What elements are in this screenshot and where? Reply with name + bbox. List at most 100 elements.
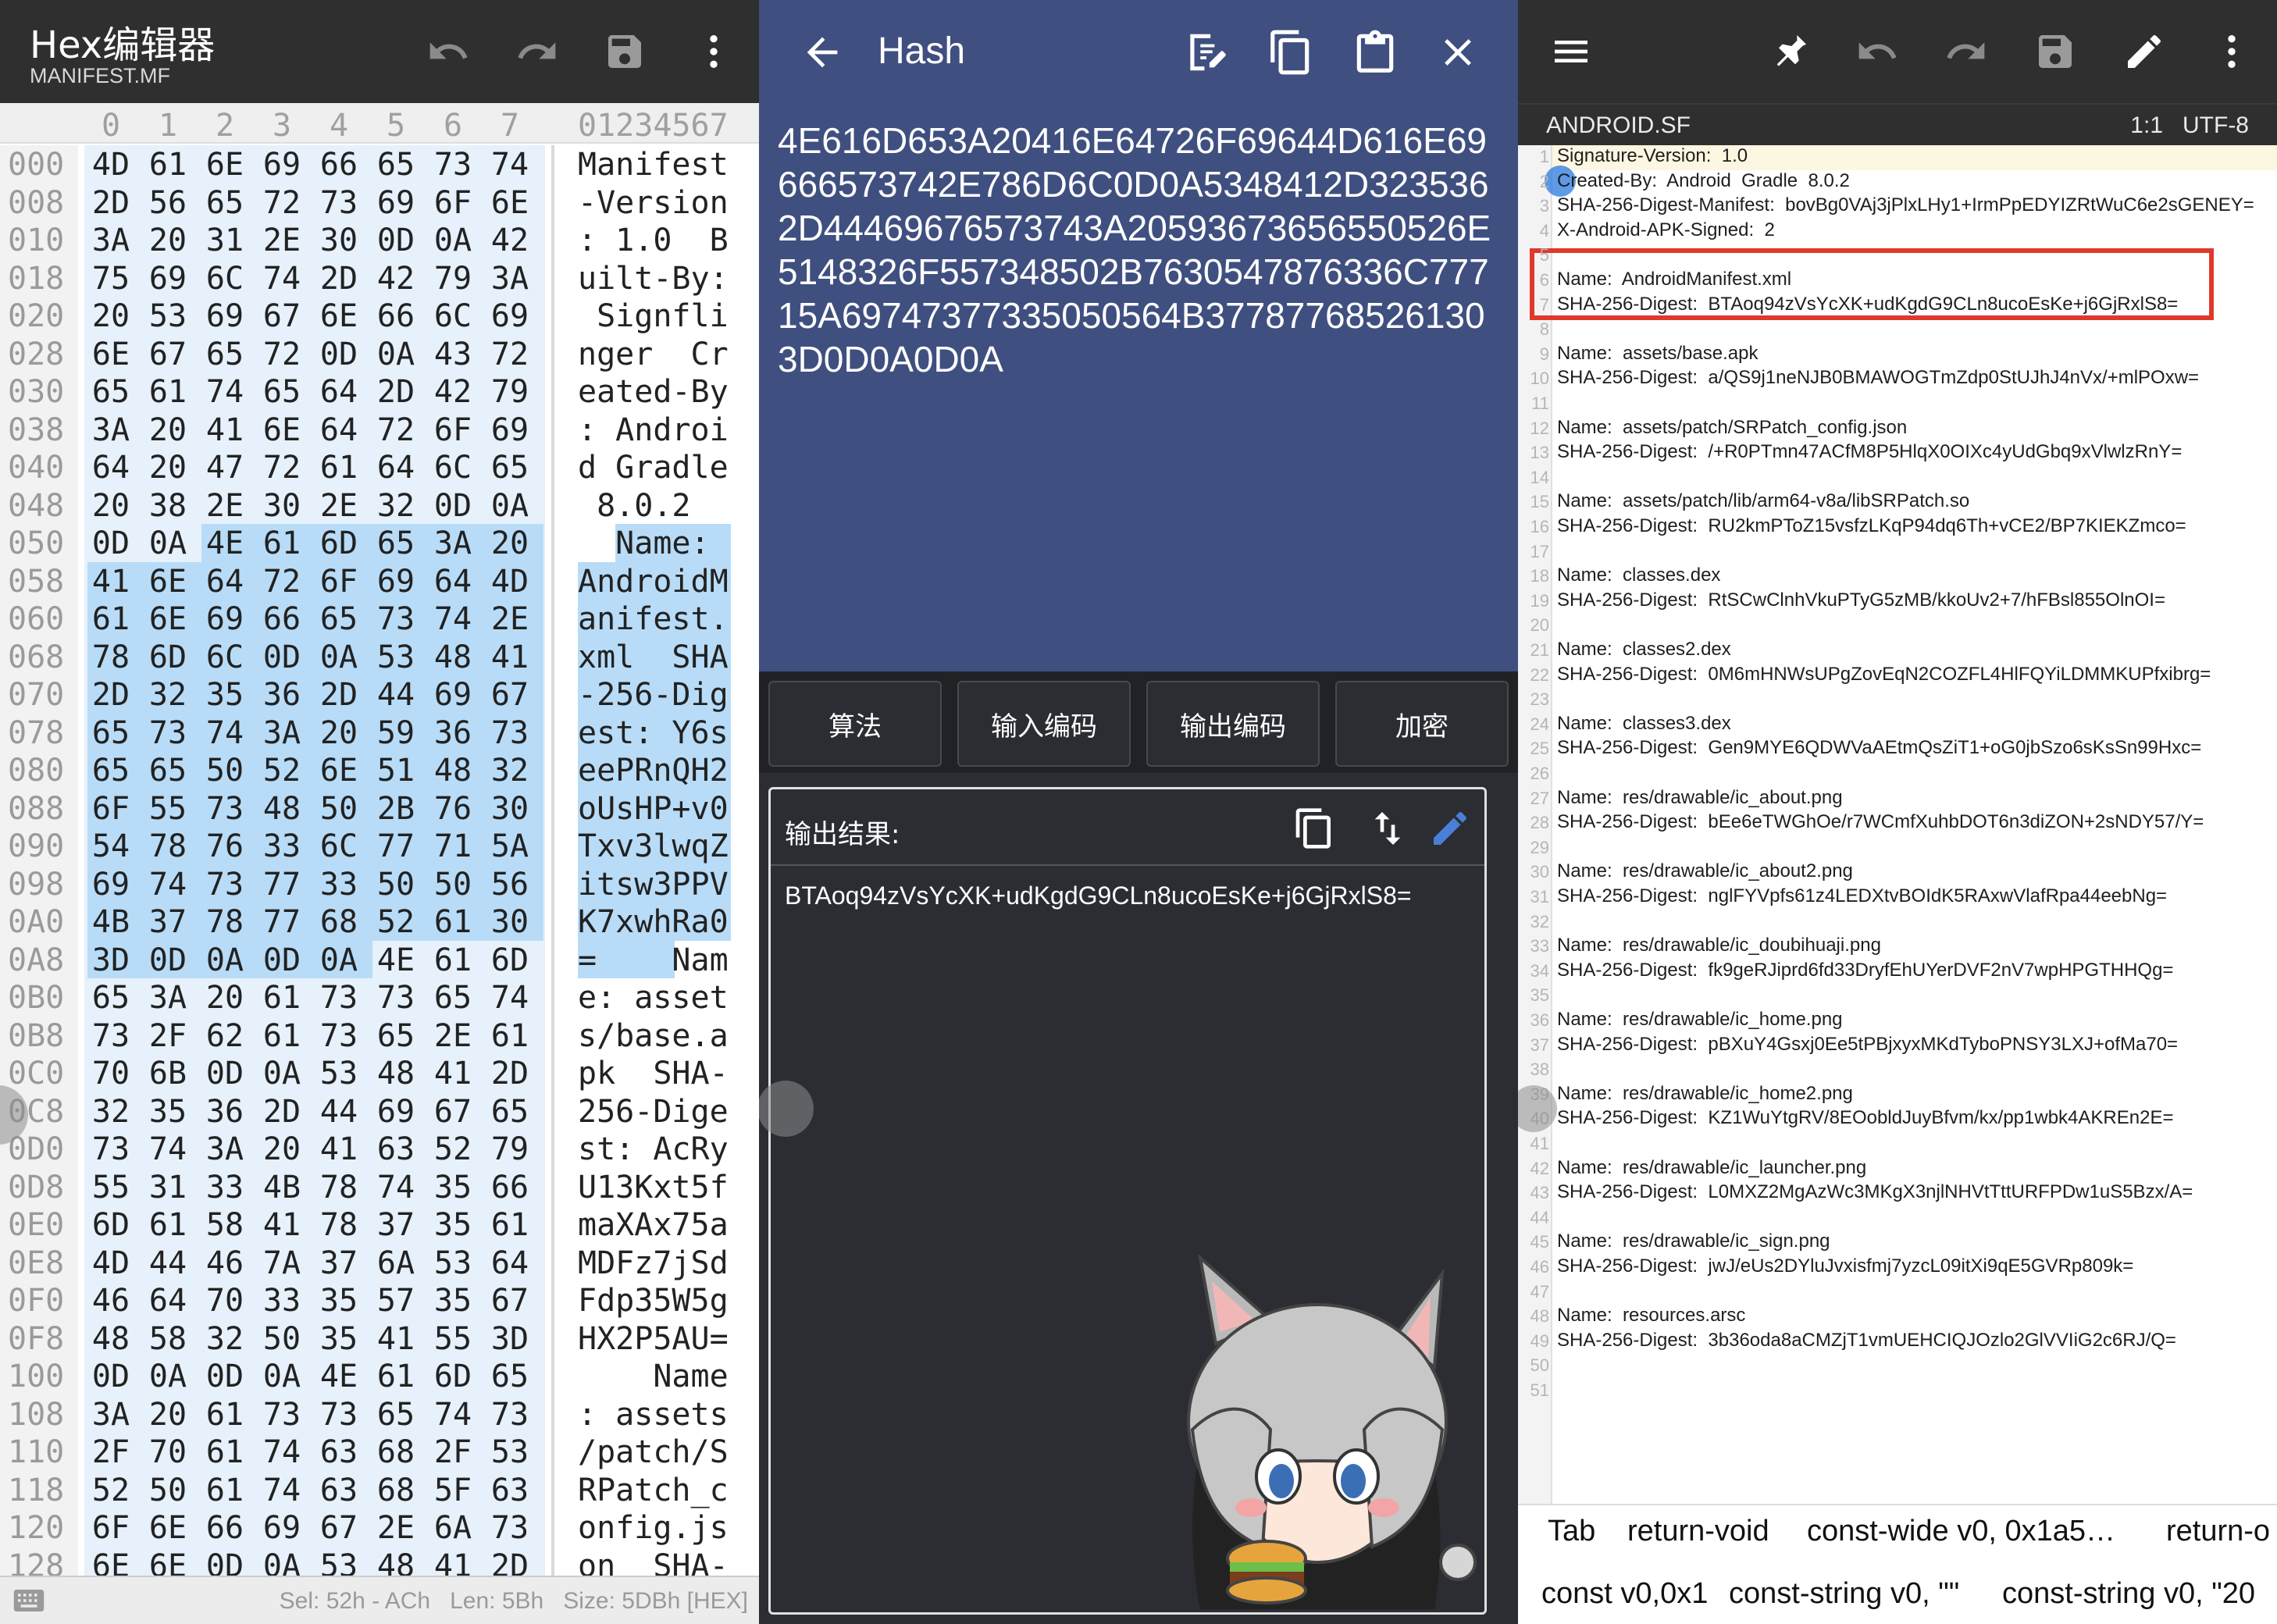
hex-byte[interactable]: 0D (83, 1359, 139, 1394)
hex-byte[interactable]: 6E (140, 1548, 196, 1576)
hex-byte[interactable]: 6E (482, 185, 538, 221)
hex-byte[interactable]: 42 (368, 261, 424, 297)
ascii-text[interactable]: 256-Dige (578, 1094, 729, 1130)
code-line[interactable]: SHA-256-Digest: RU2kmPToZ15vsfzLKqP94dq6… (1557, 515, 2186, 537)
hex-byte[interactable]: 65 (482, 450, 538, 486)
hex-byte[interactable]: 0D (425, 488, 481, 524)
more-vert-icon[interactable] (692, 30, 736, 73)
hex-byte[interactable]: 73 (311, 1018, 367, 1054)
code-line[interactable]: Name: assets/patch/lib/arm64-v8a/libSRPa… (1557, 490, 1969, 512)
hex-byte[interactable]: 5A (482, 828, 538, 864)
hex-byte[interactable]: 36 (425, 715, 481, 751)
hex-byte[interactable]: 70 (197, 1283, 253, 1319)
hex-byte[interactable]: 64 (83, 450, 139, 486)
hex-byte[interactable]: 73 (83, 1131, 139, 1167)
hex-byte[interactable]: 50 (311, 791, 367, 827)
hex-byte[interactable]: 0D (254, 942, 310, 978)
ascii-text[interactable]: -256-Dig (578, 677, 729, 713)
hex-byte[interactable]: 73 (197, 867, 253, 903)
hex-byte[interactable]: 6B (140, 1056, 196, 1092)
hex-byte[interactable]: 72 (254, 450, 310, 486)
code-line[interactable]: SHA-256-Digest: pBXuY4Gsxj0Ee5tPBjxyxMKd… (1557, 1034, 2178, 1056)
ascii-text[interactable]: U13Kxt5f (578, 1170, 729, 1206)
ascii-text[interactable]: /patch/S (578, 1434, 729, 1470)
ascii-text[interactable]: eated-By (578, 374, 729, 410)
hex-byte[interactable]: 3D (482, 1321, 538, 1357)
hex-byte[interactable]: 6E (83, 1548, 139, 1576)
hex-byte[interactable]: 30 (254, 488, 310, 524)
hex-byte[interactable]: 0A (368, 337, 424, 372)
hex-byte[interactable]: 0A (140, 525, 196, 561)
hex-byte[interactable]: 78 (197, 904, 253, 940)
ascii-text[interactable]: on SHA- (578, 1548, 729, 1576)
hex-byte[interactable]: 64 (197, 564, 253, 600)
hex-grid[interactable]: 000 4D 61 6E 69 66 65 73 74 Manifest 008 2D 56 65 72 73… (0, 145, 759, 1576)
hex-byte[interactable]: 63 (368, 1131, 424, 1167)
hex-row[interactable]: 050 0D 0A 4E 61 6D 65 3A 20 Name: (0, 524, 759, 562)
code-line[interactable]: SHA-256-Digest: /+R0PTmn47ACfM8P5HlqX0OI… (1557, 441, 2182, 463)
hex-byte[interactable]: 20 (254, 1131, 310, 1167)
ascii-text[interactable]: Manifest (578, 147, 729, 183)
input-encoding-button[interactable]: 输入编码 (957, 681, 1131, 767)
hex-byte[interactable]: 78 (83, 639, 139, 675)
ascii-text[interactable]: : 1.0 B (578, 223, 729, 258)
hex-byte[interactable]: 20 (140, 412, 196, 448)
hex-byte[interactable]: 69 (425, 677, 481, 713)
redo-icon[interactable] (515, 30, 559, 73)
hex-row[interactable]: 000 4D 61 6E 69 66 65 73 74 Manifest (0, 145, 759, 183)
hex-byte[interactable]: 4B (254, 1170, 310, 1206)
hex-row[interactable]: 0A8 3D 0D 0A 0D 0A 4E 61 6D = Nam (0, 940, 759, 978)
hex-byte[interactable]: 6C (197, 639, 253, 675)
hex-byte[interactable]: 6C (425, 450, 481, 486)
hex-row[interactable]: 068 78 6D 6C 0D 0A 53 48 41 xml SHA (0, 637, 759, 675)
ascii-text[interactable]: Signfli (578, 298, 729, 334)
code-line[interactable]: Name: classes.dex (1557, 564, 1720, 586)
hex-byte[interactable]: 50 (368, 867, 424, 903)
floating-assist-button[interactable] (759, 1081, 814, 1137)
hex-byte[interactable]: 69 (368, 1094, 424, 1130)
hex-byte[interactable]: 65 (368, 1018, 424, 1054)
hex-byte[interactable]: 42 (425, 374, 481, 410)
suggestion-item[interactable]: return-void (1627, 1515, 1769, 1548)
hex-byte[interactable]: 62 (197, 1018, 253, 1054)
hex-byte[interactable]: 79 (425, 261, 481, 297)
code-line[interactable]: SHA-256-Digest: 3b36oda8aCMZjT1vmUEHCIQJ… (1557, 1330, 2176, 1352)
code-line[interactable]: Created-By: Android Gradle 8.0.2 (1557, 170, 1850, 192)
hex-byte[interactable]: 3A (83, 412, 139, 448)
hex-byte[interactable]: 37 (311, 1245, 367, 1281)
hex-row[interactable]: 088 6F 55 73 48 50 2B 76 30 oUsHP+v0 (0, 789, 759, 827)
hex-byte[interactable]: 33 (254, 828, 310, 864)
hex-byte[interactable]: 67 (140, 337, 196, 372)
close-icon[interactable] (1435, 30, 1481, 75)
hex-byte[interactable]: 4D (83, 1245, 139, 1281)
hex-byte[interactable]: 48 (425, 639, 481, 675)
ascii-text[interactable]: d Gradle (578, 450, 729, 486)
output-encoding-button[interactable]: 输出编码 (1146, 681, 1320, 767)
hex-byte[interactable]: 73 (254, 1397, 310, 1433)
hex-byte[interactable]: 50 (140, 1473, 196, 1508)
hex-byte[interactable]: 74 (254, 1434, 310, 1470)
hex-row[interactable]: 038 3A 20 41 6E 64 72 6F 69: Androi (0, 410, 759, 448)
hex-byte[interactable]: 6C (197, 261, 253, 297)
hex-byte[interactable]: 2D (83, 185, 139, 221)
hex-byte[interactable]: 65 (197, 185, 253, 221)
hex-byte[interactable]: 66 (368, 298, 424, 334)
hex-byte[interactable]: 0A (140, 1359, 196, 1394)
hex-byte[interactable]: 4D (83, 147, 139, 183)
hex-byte[interactable]: 61 (311, 450, 367, 486)
hex-byte[interactable]: 37 (368, 1207, 424, 1243)
code-line[interactable]: SHA-256-Digest: nglFYVpfs61z4LEDXtvBOIdK… (1557, 885, 2167, 907)
ascii-text[interactable]: Txv3lwqZ (578, 828, 729, 864)
hex-byte[interactable]: 76 (197, 828, 253, 864)
hex-byte[interactable]: 63 (311, 1434, 367, 1470)
hex-byte[interactable]: 35 (425, 1207, 481, 1243)
hex-byte[interactable]: 63 (482, 1473, 538, 1508)
hex-row[interactable]: 058 41 6E 64 72 6F 69 64 4D AndroidM (0, 561, 759, 600)
hex-byte[interactable]: 74 (368, 1170, 424, 1206)
hex-byte[interactable]: 61 (425, 942, 481, 978)
hex-byte[interactable]: 7A (254, 1245, 310, 1281)
hex-byte[interactable]: 3A (83, 1397, 139, 1433)
hex-row[interactable]: 098 69 74 73 77 33 50 50 56 itsw3PPV (0, 864, 759, 903)
hex-byte[interactable]: 37 (140, 904, 196, 940)
hash-input-hex[interactable]: 4E616D653A20416E64726F69644D616E69666573… (778, 119, 1504, 381)
